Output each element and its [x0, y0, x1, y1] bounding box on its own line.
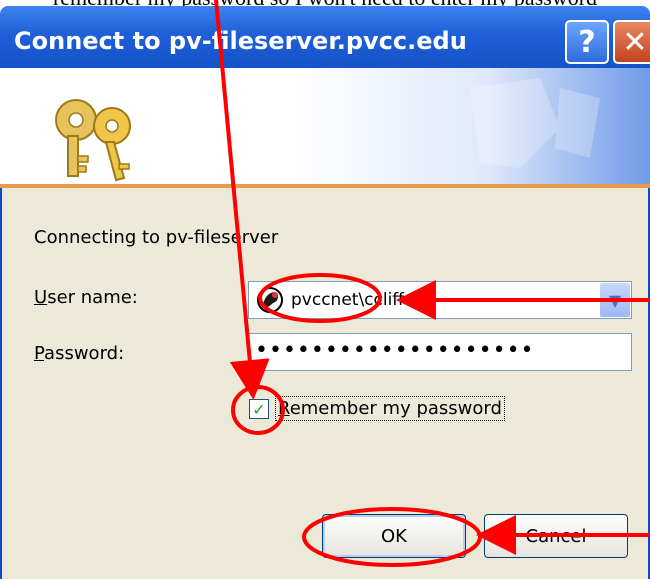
- cancel-label: Cancel: [525, 525, 587, 547]
- keys-icon: [55, 78, 600, 182]
- checkmark-icon: ✓: [252, 399, 266, 419]
- user-name-dropdown-button[interactable]: ▼: [600, 283, 630, 317]
- password-label: Password:: [34, 343, 125, 364]
- title-bar[interactable]: Connect to pv-fileserver.pvcc.edu ? ✕: [0, 6, 650, 68]
- window-title: Connect to pv-fileserver.pvcc.edu: [14, 27, 467, 55]
- help-icon: ?: [578, 24, 596, 60]
- remember-password-checkbox[interactable]: ✓: [249, 399, 269, 419]
- user-name-value: pvccnet\ccliff: [291, 290, 405, 310]
- connecting-text: Connecting to pv-fileserver: [34, 227, 279, 248]
- user-name-combobox[interactable]: pvccnet\ccliff ▼: [248, 281, 632, 319]
- ok-label: OK: [381, 525, 407, 547]
- user-name-label: User name:: [34, 287, 138, 308]
- password-value: ••••••••••••••••••••: [255, 338, 535, 363]
- user-icon: [257, 287, 283, 313]
- close-button[interactable]: ✕: [613, 20, 650, 64]
- banner: [0, 68, 650, 188]
- cancel-button[interactable]: Cancel: [484, 514, 628, 558]
- password-field[interactable]: ••••••••••••••••••••: [248, 333, 632, 371]
- ok-button[interactable]: OK: [322, 514, 466, 558]
- remember-password-label[interactable]: Remember my password: [275, 396, 505, 421]
- stage: remember my password so I won't need to …: [0, 0, 650, 579]
- help-button[interactable]: ?: [565, 20, 609, 64]
- close-icon: ✕: [622, 24, 648, 60]
- chevron-down-icon: ▼: [608, 290, 622, 310]
